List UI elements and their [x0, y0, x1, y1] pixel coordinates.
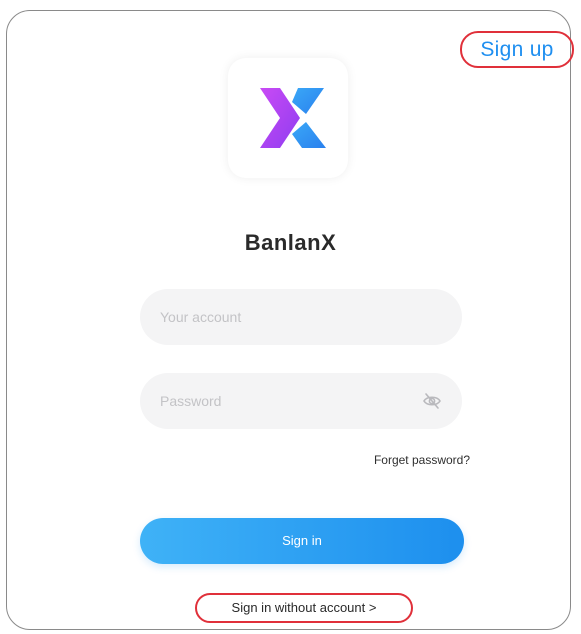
login-screen: Sign up BanlanX Your account Forget pass… — [0, 0, 581, 634]
app-title: BanlanX — [244, 230, 337, 255]
account-field-container — [140, 289, 462, 345]
sign-in-button[interactable]: Sign in — [140, 518, 464, 564]
password-input[interactable] — [160, 373, 410, 429]
banlanx-logo-icon — [260, 88, 326, 148]
eye-off-icon[interactable] — [422, 392, 442, 410]
sign-in-without-account-link[interactable]: Sign in without account > — [195, 593, 413, 623]
password-field-container — [140, 373, 462, 429]
sign-up-link[interactable]: Sign up — [460, 31, 574, 68]
account-input[interactable] — [160, 289, 410, 345]
app-logo — [228, 58, 348, 178]
forgot-password-link[interactable]: Forget password? — [340, 453, 470, 467]
